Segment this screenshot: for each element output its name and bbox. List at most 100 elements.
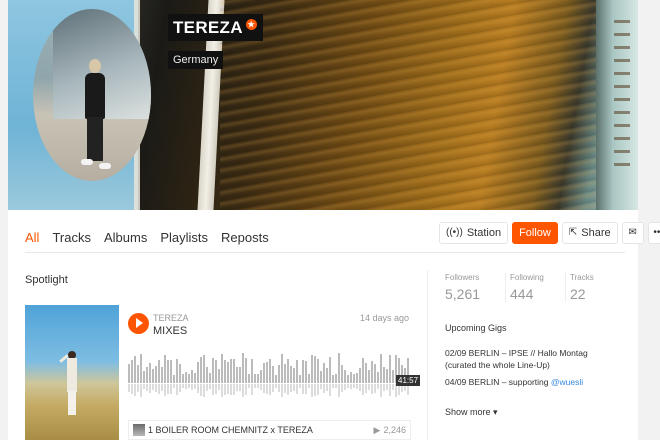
waveform-bar — [224, 359, 226, 383]
banner-ladder — [614, 10, 630, 170]
waveform-bar — [251, 358, 253, 383]
waveform-bar — [158, 359, 160, 383]
follow-button[interactable]: Follow — [512, 222, 558, 244]
waveform-bar — [269, 358, 271, 383]
stat-tracks[interactable]: Tracks 22 — [565, 273, 625, 302]
waveform-bar — [341, 365, 343, 383]
waveform-bar — [131, 359, 133, 383]
waveform-bar — [290, 366, 292, 383]
stat-label: Followers — [445, 273, 480, 282]
waveform-reflection-bar — [188, 384, 190, 388]
waveform-reflection-bar — [215, 384, 217, 395]
waveform-bar — [365, 363, 367, 383]
message-button[interactable]: ✉ — [621, 222, 644, 244]
track-posted-time: 14 days ago — [359, 313, 409, 323]
waveform-bar — [359, 368, 361, 383]
waveform-reflection-bar — [239, 384, 241, 392]
waveform-reflection-bar — [374, 384, 376, 393]
waveform-bar — [182, 374, 184, 383]
waveform-reflection-bar — [257, 384, 259, 388]
waveform-bar — [215, 360, 217, 383]
waveform-reflection-bar — [227, 384, 229, 394]
waveform-bar — [314, 356, 316, 383]
waveform-reflection-bar — [155, 384, 157, 392]
waveform-bar — [245, 358, 247, 383]
waveform-reflection-bar — [275, 384, 277, 388]
track-title[interactable]: MIXES — [153, 325, 187, 337]
stat-value: 22 — [570, 286, 586, 302]
waveform-reflection-bar — [338, 384, 340, 398]
waveform-bar — [254, 373, 256, 383]
waveform-bar — [221, 353, 223, 383]
waveform-reflection-bar — [386, 384, 388, 391]
waveform-reflection-bar — [383, 384, 385, 391]
track-artist[interactable]: TEREZA — [153, 313, 189, 323]
waveform-reflection-bar — [242, 384, 244, 398]
waveform-bar — [263, 363, 265, 383]
profile-content: All Tracks Albums Playlists Reposts ((•)… — [8, 210, 660, 440]
spotlight-heading: Spotlight — [25, 274, 68, 286]
show-more-link[interactable]: Show more ▾ — [445, 407, 498, 418]
waveform-bar — [200, 356, 202, 383]
waveform-reflection-bar — [146, 384, 148, 392]
waveform-reflection-bar — [368, 384, 370, 390]
waveform-bar — [275, 374, 277, 383]
more-icon: ••• — [653, 227, 660, 238]
gig-artist-link[interactable]: @wuesli — [551, 377, 583, 387]
share-label: Share — [581, 227, 611, 239]
stat-followers[interactable]: Followers 5,261 — [445, 273, 505, 302]
waveform-reflection-bar — [317, 384, 319, 395]
waveform-reflection-bar — [329, 384, 331, 396]
track-artwork[interactable] — [25, 305, 119, 440]
waveform-reflection-bar — [332, 384, 334, 388]
figure-shoe — [81, 159, 93, 165]
waveform-reflection-bar — [263, 384, 265, 393]
row-play-count: ▶ 2,246 — [374, 425, 406, 436]
waveform-bar — [227, 361, 229, 383]
waveform-reflection-bar — [371, 384, 373, 394]
waveform-reflection-bar — [143, 384, 145, 390]
waveform-reflection-bar — [173, 384, 175, 388]
waveform-bar — [191, 369, 193, 383]
waveform-reflection-bar — [158, 384, 160, 395]
waveform-reflection-bar — [365, 384, 367, 393]
profile-avatar[interactable] — [33, 9, 151, 181]
track-waveform[interactable] — [128, 353, 411, 403]
waveform-bar — [212, 357, 214, 383]
waveform-bar — [161, 367, 163, 383]
waveform-bar — [233, 359, 235, 383]
waveform-bar — [278, 364, 280, 383]
banner-water-texture — [220, 0, 600, 210]
waveform-reflection-bar — [167, 384, 169, 395]
more-button[interactable]: ••• — [647, 222, 660, 244]
share-button[interactable]: ⇱ Share — [561, 222, 618, 244]
waveform-bar — [185, 371, 187, 383]
waveform-reflection-bar — [260, 384, 262, 390]
waveform-reflection-bar — [266, 384, 268, 394]
waveform-bar — [368, 370, 370, 383]
waveform-bar — [137, 364, 139, 383]
waveform-bar — [371, 360, 373, 383]
stat-following[interactable]: Following 444 — [505, 273, 565, 302]
waveform-reflection-bar — [233, 384, 235, 395]
play-button[interactable] — [128, 313, 149, 334]
waveform-bar — [389, 355, 391, 383]
waveform-bar — [344, 370, 346, 383]
waveform-reflection-bar — [224, 384, 226, 395]
waveform-reflection-bar — [272, 384, 274, 392]
playlist-track-row[interactable]: 1 BOILER ROOM CHEMNITZ x TEREZA ▶ 2,246 — [128, 420, 411, 440]
profile-actions: ((•)) Station Follow ⇱ Share ✉ ••• — [439, 222, 660, 244]
waveform-bar — [236, 367, 238, 383]
waveform-reflection-bar — [182, 384, 184, 389]
waveform-reflection-bar — [380, 384, 382, 397]
waveform-reflection-bar — [134, 384, 136, 396]
waveform-bar — [152, 368, 154, 383]
waveform-bar — [188, 374, 190, 383]
station-button[interactable]: ((•)) Station — [439, 222, 509, 244]
waveform-reflection-bar — [152, 384, 154, 391]
waveform-reflection-bar — [236, 384, 238, 392]
tabs-divider — [25, 252, 625, 253]
waveform-bar — [386, 368, 388, 383]
waveform-reflection-bar — [164, 384, 166, 397]
waveform-reflection-bar — [359, 384, 361, 391]
